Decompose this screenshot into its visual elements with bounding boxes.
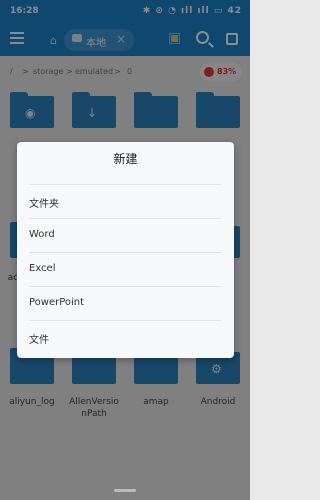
gesture-bar[interactable] — [114, 489, 136, 492]
option-powerpoint[interactable]: PowerPoint — [29, 286, 221, 320]
option-excel[interactable]: Excel — [29, 252, 221, 286]
option-word[interactable]: Word — [29, 218, 221, 252]
option-file[interactable]: 文件 — [29, 320, 221, 354]
new-item-dialog: 新建 文件夹 Word Excel PowerPoint 文件 — [17, 142, 234, 358]
dialog-title: 新建 — [113, 152, 138, 166]
option-folder[interactable]: 文件夹 — [29, 184, 221, 218]
